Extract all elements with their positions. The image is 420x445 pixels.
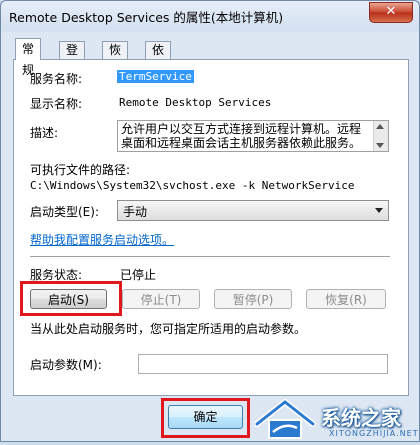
service-name-value[interactable]: TermService: [117, 70, 194, 83]
house-logo-icon: [254, 398, 316, 439]
startup-type-select[interactable]: 手动: [117, 200, 389, 221]
exe-path-value: C:\Windows\System32\svchost.exe -k Netwo…: [30, 179, 355, 192]
tab-recovery[interactable]: 恢复: [102, 41, 129, 74]
properties-dialog: Remote Desktop Services 的属性(本地计算机) ✕ 常规 …: [0, 0, 420, 442]
watermark-text: 系统之家: [321, 406, 401, 430]
close-button[interactable]: ✕: [369, 2, 413, 23]
help-link[interactable]: 帮助我配置服务启动选项。: [30, 231, 174, 248]
service-name-label: 服务名称:: [30, 72, 83, 86]
hint-text: 当从此处启动服务时，您可指定所适用的启动参数。: [30, 322, 307, 336]
divider: [30, 256, 390, 258]
general-panel: 服务名称: TermService 显示名称: Remote Desktop S…: [13, 59, 409, 396]
watermark-subtext: XITONGZHIJIA.NET: [329, 429, 419, 438]
stop-button[interactable]: 停止(T): [122, 289, 200, 309]
tab-logon[interactable]: 登录: [59, 41, 86, 74]
exe-path-label: 可执行文件的路径:: [30, 163, 131, 177]
watermark-logo: 系统之家 XITONGZHIJIA.NET: [251, 394, 420, 442]
resume-button[interactable]: 恢复(R): [306, 289, 386, 309]
description-label: 描述:: [30, 126, 59, 140]
tab-dependencies[interactable]: 依存关系: [145, 41, 172, 108]
window-title: Remote Desktop Services 的属性(本地计算机): [9, 10, 284, 25]
display-name-value: Remote Desktop Services: [119, 96, 272, 109]
status-value: 已停止: [120, 268, 157, 282]
pause-button[interactable]: 暂停(P): [214, 289, 292, 309]
start-params-input[interactable]: [138, 354, 388, 374]
startup-type-label: 启动类型(E):: [30, 205, 99, 219]
close-icon: ✕: [385, 4, 397, 19]
ok-button[interactable]: 确定: [168, 405, 243, 429]
description-text: 允许用户以交互方式连接到远程计算机。远程桌面和远程桌面会话主机服务器依赖此服务。: [121, 122, 362, 150]
startup-type-value: 手动: [123, 205, 148, 219]
scroll-up-icon[interactable]: [376, 124, 384, 129]
display-name-label: 显示名称:: [30, 97, 83, 111]
description-scrollbar[interactable]: [373, 121, 388, 151]
annotation-highlight-start: [20, 281, 122, 316]
scroll-down-icon[interactable]: [376, 143, 384, 148]
title-bar[interactable]: Remote Desktop Services 的属性(本地计算机) ✕: [1, 1, 419, 31]
chevron-down-icon: [375, 208, 383, 213]
start-params-label: 启动参数(M):: [30, 358, 102, 372]
tab-general[interactable]: 常规: [15, 38, 42, 77]
description-box[interactable]: 允许用户以交互方式连接到远程计算机。远程桌面和远程桌面会话主机服务器依赖此服务。: [117, 120, 389, 152]
